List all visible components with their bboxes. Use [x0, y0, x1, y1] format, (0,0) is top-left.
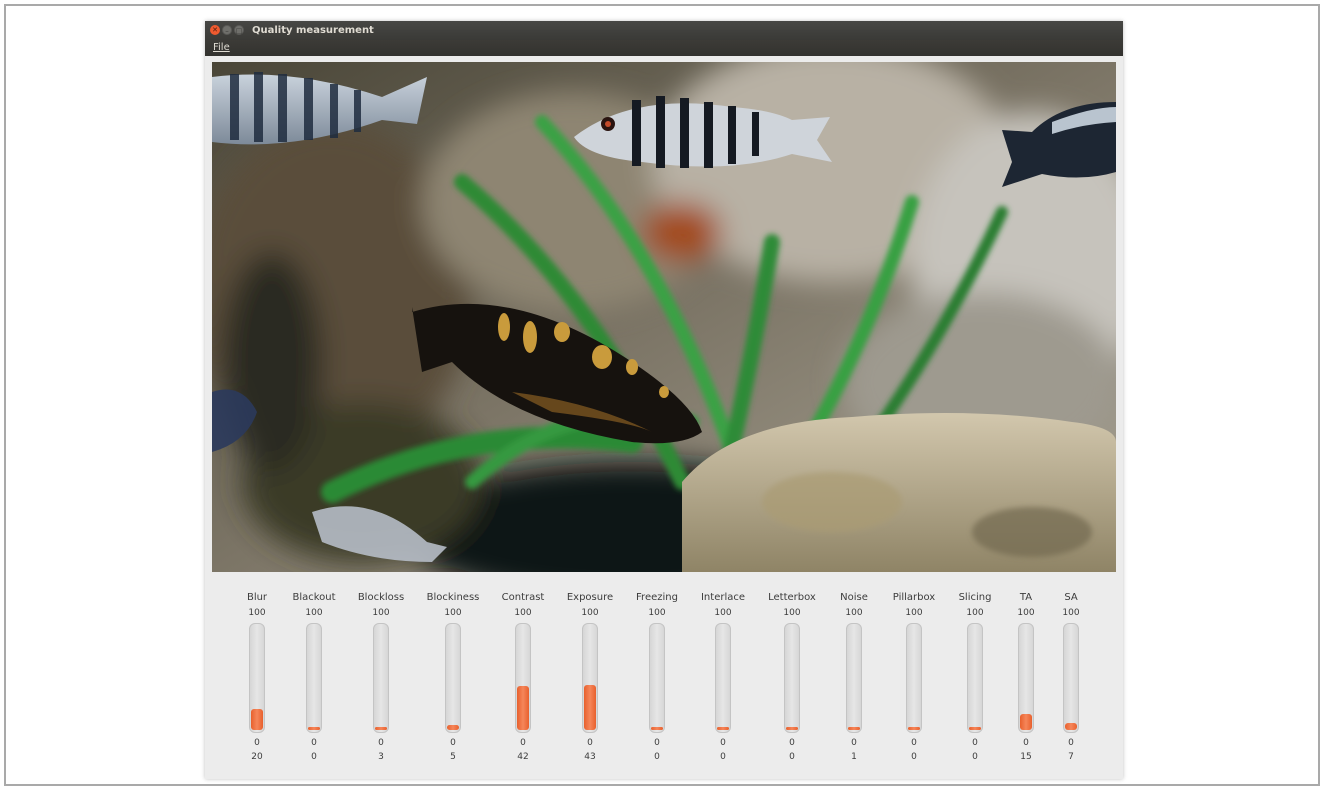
meter-label: Pillarbox: [892, 592, 936, 603]
meter-bar: [1018, 623, 1034, 733]
meter-fill: [1020, 714, 1032, 730]
meter-value: 5: [450, 752, 456, 762]
meter-label: Blockiness: [426, 592, 480, 603]
meter-min-label: 0: [311, 738, 317, 748]
meter-value: 43: [584, 752, 596, 762]
meter-bar: [1063, 623, 1079, 733]
meter-min-label: 0: [789, 738, 795, 748]
meter-fill: [786, 727, 798, 730]
meter-bar: [967, 623, 983, 733]
meter-fill: [447, 725, 459, 730]
maximize-window-button[interactable]: □: [234, 25, 244, 35]
meter-bar: [515, 623, 531, 733]
meter-max-label: 100: [372, 608, 390, 618]
menu-file[interactable]: File: [213, 41, 230, 55]
meter-max-label: 100: [714, 608, 732, 618]
menu-bar: File: [205, 40, 1123, 56]
meter-value: 0: [789, 752, 795, 762]
meter-bar: [846, 623, 862, 733]
meter-fill: [517, 686, 529, 730]
video-frame: [192, 42, 1152, 602]
meter-min-label: 0: [520, 738, 526, 748]
meter-label: Blockloss: [357, 592, 405, 603]
meter-fill: [651, 727, 663, 730]
meter-bar: [249, 623, 265, 733]
meter-max-label: 100: [444, 608, 462, 618]
app-window: ✕ – □ Quality measurement File Blur 100 …: [192, 21, 1152, 779]
meter-min-label: 0: [720, 738, 726, 748]
meter-min-label: 0: [851, 738, 857, 748]
meter-min-label: 0: [254, 738, 260, 748]
meter-fill: [308, 727, 320, 730]
meter-label: Freezing: [636, 592, 678, 603]
close-icon: ✕: [212, 26, 218, 34]
meter-label: SA: [1064, 592, 1078, 603]
meter-min-label: 0: [654, 738, 660, 748]
meter-max-label: 100: [648, 608, 666, 618]
quality-meters-panel: Blur 100 0 20 Blackout 100 0 0 Blockloss 100 0 3 Blo…: [205, 591, 1123, 776]
meter-bar: [306, 623, 322, 733]
meter-label: Letterbox: [768, 592, 816, 603]
meter-fill: [375, 727, 387, 730]
meter-min-label: 0: [911, 738, 917, 748]
meter-fill: [584, 685, 596, 730]
window-title: Quality measurement: [252, 25, 374, 36]
meter-fill: [251, 709, 263, 730]
meter-min-label: 0: [450, 738, 456, 748]
minimize-icon: –: [225, 27, 229, 35]
meter-max-label: 100: [905, 608, 923, 618]
meter-bar: [582, 623, 598, 733]
meter-fill: [969, 727, 981, 730]
meter-value: 7: [1068, 752, 1074, 762]
meter-min-label: 0: [587, 738, 593, 748]
meter-min-label: 0: [1068, 738, 1074, 748]
meter-max-label: 100: [581, 608, 599, 618]
meter-bar: [445, 623, 461, 733]
meter-fill: [848, 727, 860, 730]
aquarium-video-image: [192, 42, 1152, 602]
meter-value: 42: [517, 752, 529, 762]
meter-value: 0: [311, 752, 317, 762]
meter-max-label: 100: [845, 608, 863, 618]
meter-label: Interlace: [700, 592, 746, 603]
meter-fill: [908, 727, 920, 730]
meter-max-label: 100: [514, 608, 532, 618]
meter-bar: [784, 623, 800, 733]
close-window-button[interactable]: ✕: [210, 25, 220, 35]
meter-label: Blur: [246, 592, 268, 603]
meter-bar: [649, 623, 665, 733]
maximize-icon: □: [235, 27, 243, 35]
meter-fill: [717, 727, 729, 730]
meter-max-label: 100: [248, 608, 266, 618]
meter-max-label: 100: [783, 608, 801, 618]
title-bar[interactable]: ✕ – □ Quality measurement: [205, 21, 1123, 40]
meter-min-label: 0: [378, 738, 384, 748]
meter-fill: [1065, 723, 1077, 730]
meter-value: 0: [911, 752, 917, 762]
meter-label: Exposure: [566, 592, 614, 603]
meter-value: 3: [378, 752, 384, 762]
meter-value: 20: [251, 752, 263, 762]
meter-label: Blackout: [292, 592, 336, 603]
meter-bar: [715, 623, 731, 733]
meter-value: 0: [720, 752, 726, 762]
meter-value: 0: [654, 752, 660, 762]
minimize-window-button[interactable]: –: [222, 25, 232, 35]
meter-value: 1: [851, 752, 857, 762]
meter-bar: [906, 623, 922, 733]
meter-label: Contrast: [501, 592, 545, 603]
meter-bar: [373, 623, 389, 733]
meter-label: Noise: [840, 592, 868, 603]
meter-max-label: 100: [1062, 608, 1080, 618]
meter-max-label: 100: [305, 608, 323, 618]
